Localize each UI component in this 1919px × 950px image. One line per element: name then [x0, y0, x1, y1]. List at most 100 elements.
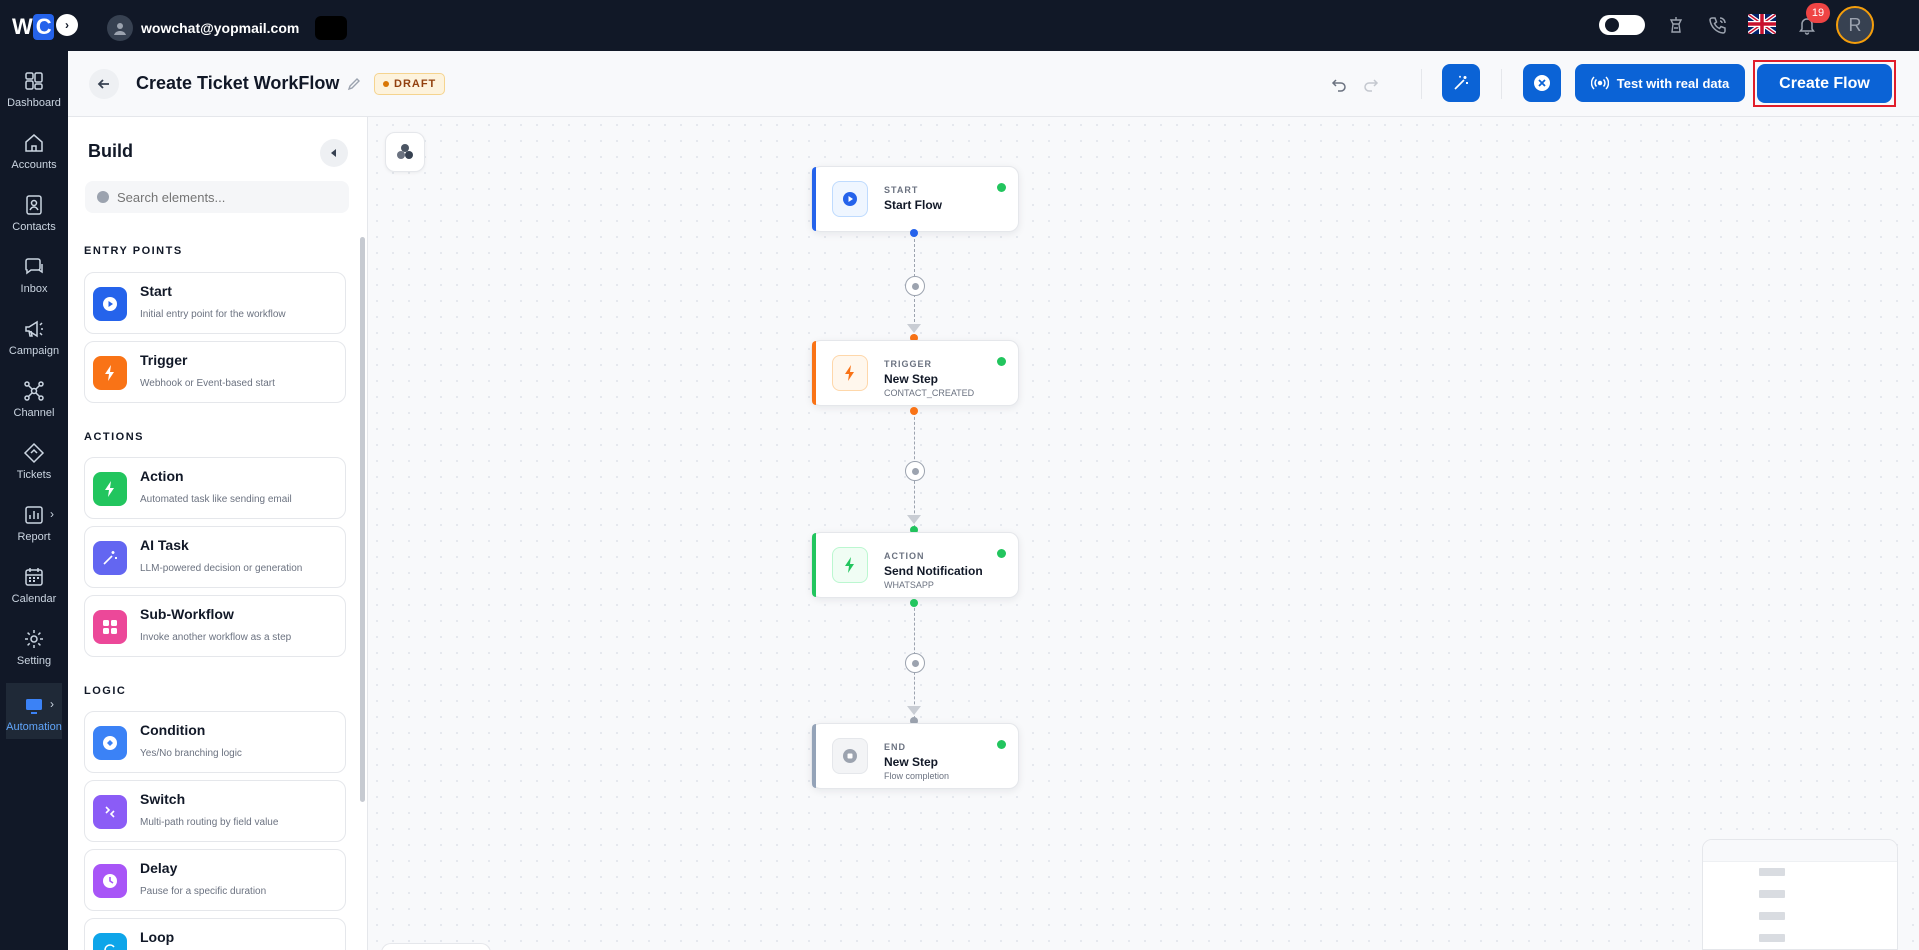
home-icon	[22, 131, 46, 155]
nav-item-automation[interactable]: › Automation	[6, 683, 62, 739]
automation-icon	[22, 693, 46, 717]
lightning-icon	[832, 355, 868, 391]
element-action[interactable]: Action Automated task like sending email	[84, 457, 346, 519]
pencil-icon[interactable]	[346, 76, 362, 92]
dashboard-icon	[22, 69, 46, 93]
left-navigation: Dashboard Accounts Contacts Inbox Campai…	[0, 51, 68, 950]
element-sub-workflow[interactable]: Sub-Workflow Invoke another workflow as …	[84, 595, 346, 657]
chart-icon	[22, 503, 46, 527]
magic-wand-icon	[93, 541, 127, 575]
canvas-controls[interactable]	[381, 943, 491, 950]
play-icon	[93, 287, 127, 321]
uk-flag-icon[interactable]	[1748, 14, 1776, 34]
magic-wand-icon	[1454, 75, 1468, 90]
contact-card-icon	[22, 193, 46, 217]
nav-label: Dashboard	[7, 97, 61, 109]
user-email: wowchat@yopmail.com	[141, 20, 300, 36]
grid-icon	[93, 610, 127, 644]
nav-label: Contacts	[12, 221, 56, 233]
section-logic: LOGIC	[84, 685, 127, 697]
collapse-panel-button[interactable]	[320, 139, 348, 167]
flow-node-trigger[interactable]: TRIGGER New Step CONTACT_CREATED	[811, 340, 1019, 406]
close-circle-icon	[1534, 75, 1550, 91]
nav-label: Inbox	[20, 283, 48, 295]
minimap[interactable]	[1702, 839, 1898, 950]
broadcast-icon	[1590, 76, 1609, 90]
caret-left-icon	[331, 149, 336, 157]
section-entry-points: ENTRY POINTS	[84, 245, 183, 257]
chevron-right-icon: ›	[50, 507, 54, 521]
close-button[interactable]	[1523, 64, 1561, 102]
nav-item-accounts[interactable]: Accounts	[0, 121, 68, 177]
add-step-button[interactable]	[905, 276, 925, 296]
user-account-chip[interactable]: wowchat@yopmail.com	[107, 15, 348, 41]
add-step-button[interactable]	[905, 653, 925, 673]
nav-label: Calendar	[11, 593, 57, 605]
nav-item-report[interactable]: › Report	[0, 493, 68, 549]
phone-call-icon[interactable]	[1706, 13, 1730, 37]
nav-item-dashboard[interactable]: Dashboard	[0, 59, 68, 115]
theme-toggle[interactable]	[1599, 15, 1645, 35]
build-panel: Build ENTRY POINTS Start Initial entry p…	[68, 117, 368, 950]
element-loop[interactable]: Loop	[84, 918, 346, 950]
add-step-button[interactable]	[905, 461, 925, 481]
nav-item-inbox[interactable]: Inbox	[0, 245, 68, 301]
search-input[interactable]	[117, 189, 337, 205]
notification-count-badge: 19	[1806, 3, 1830, 23]
flow-node-action[interactable]: ACTION Send Notification WHATSAPP	[811, 532, 1019, 598]
nav-label: Setting	[16, 655, 52, 667]
ai-assist-button[interactable]	[1442, 64, 1480, 102]
element-condition[interactable]: Condition Yes/No branching logic	[84, 711, 346, 773]
element-search[interactable]	[85, 181, 349, 213]
nav-label: Channel	[13, 407, 55, 419]
flow-node-start[interactable]: START Start Flow	[811, 166, 1019, 232]
lightning-icon	[93, 356, 127, 390]
back-button[interactable]	[89, 69, 119, 99]
element-delay[interactable]: Delay Pause for a specific duration	[84, 849, 346, 911]
create-flow-button[interactable]: Create Flow	[1757, 64, 1892, 103]
lightning-icon	[93, 472, 127, 506]
flow-node-end[interactable]: END New Step Flow completion	[811, 723, 1019, 789]
lantern-icon[interactable]	[1664, 13, 1688, 37]
user-avatar-icon	[107, 15, 133, 41]
play-icon	[832, 181, 868, 217]
undo-icon[interactable]	[1330, 76, 1348, 94]
status-badge: DRAFT	[374, 73, 446, 95]
sidebar-expand-button[interactable]: ›	[56, 14, 78, 36]
arrow-left-icon	[97, 79, 109, 89]
build-panel-title: Build	[88, 141, 133, 161]
section-actions: ACTIONS	[84, 431, 144, 443]
page-title: Create Ticket WorkFlow	[136, 73, 340, 93]
search-icon	[97, 191, 109, 203]
create-flow-highlight: Create Flow	[1753, 60, 1896, 107]
switch-arrows-icon	[93, 795, 127, 829]
workflow-canvas[interactable]: START Start Flow TRIGGER New Step CONTAC…	[369, 117, 1919, 950]
top-bar: WC › wowchat@yopmail.com 19 R	[0, 0, 1919, 51]
palette-icon	[397, 144, 413, 159]
nav-item-campaign[interactable]: Campaign	[0, 307, 68, 363]
status-dot	[997, 357, 1006, 366]
profile-avatar[interactable]: R	[1836, 6, 1874, 44]
redo-icon[interactable]	[1362, 76, 1380, 94]
workflow-header: Create Ticket WorkFlow DRAFT Test with r…	[68, 51, 1919, 117]
palette-button[interactable]	[385, 132, 425, 172]
element-start[interactable]: Start Initial entry point for the workfl…	[84, 272, 346, 334]
chevron-right-icon: ›	[50, 697, 54, 711]
panel-scrollbar[interactable]	[360, 237, 365, 802]
element-trigger[interactable]: Trigger Webhook or Event-based start	[84, 341, 346, 403]
nav-item-setting[interactable]: Setting	[0, 617, 68, 673]
element-ai-task[interactable]: AI Task LLM-powered decision or generati…	[84, 526, 346, 588]
test-with-real-data-button[interactable]: Test with real data	[1575, 64, 1745, 102]
app-logo[interactable]: WC	[12, 14, 54, 40]
nav-label: Automation	[6, 721, 62, 733]
network-icon	[22, 379, 46, 403]
stop-icon	[832, 738, 868, 774]
nav-label: Report	[17, 531, 51, 543]
status-dot	[997, 740, 1006, 749]
element-switch[interactable]: Switch Multi-path routing by field value	[84, 780, 346, 842]
nav-item-contacts[interactable]: Contacts	[0, 183, 68, 239]
nav-item-calendar[interactable]: Calendar	[0, 555, 68, 611]
nav-item-tickets[interactable]: Tickets	[0, 431, 68, 487]
chat-icon	[22, 255, 46, 279]
nav-item-channel[interactable]: Channel	[0, 369, 68, 425]
